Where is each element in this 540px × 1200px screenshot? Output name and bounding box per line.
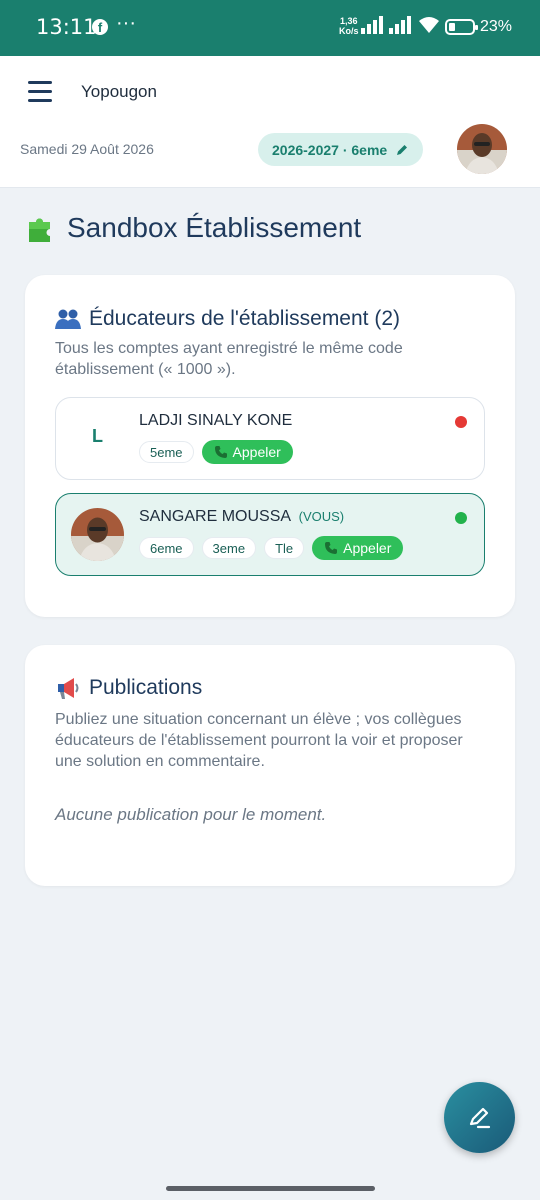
current-user-tag: (VOUS) [298,509,345,524]
year-class-selector[interactable]: 2026-2027 · 6eme [258,133,424,166]
class-chip: 6eme [139,537,194,559]
status-bar: 13:11 f ··· 1,36 Ko/s 23% [0,0,540,56]
educator-name-text: SANGARE MOUSSA [139,508,291,525]
app-header: Yopougon Samedi 29 Août 2026 2026-2027 ·… [0,56,540,188]
pencil-icon [397,144,408,155]
battery-icon [445,19,478,35]
status-dot-offline [455,416,467,428]
current-date: Samedi 29 Août 2026 [20,141,154,157]
status-time: 13:11 [36,15,97,39]
class-chip: 5eme [139,441,194,463]
educator-name: SANGARE MOUSSA (VOUS) [139,508,344,526]
empty-state-message: Aucune publication pour le moment. [55,805,327,824]
megaphone-icon [58,678,79,699]
wifi-icon [419,17,439,33]
phone-icon [325,542,338,554]
signal-icon [361,16,383,34]
menu-icon[interactable] [28,81,52,103]
facebook-icon: f [92,19,108,35]
network-speed-value: 1,36 [339,16,358,26]
educators-title: Éducateurs de l'établissement (2) [55,307,400,331]
publications-card: Publications Publiez une situation conce… [25,645,515,886]
call-button-label: Appeler [343,540,392,556]
call-button-label: Appeler [232,444,281,460]
publications-description: Publiez une situation concernant un élèv… [55,711,463,770]
people-icon [55,309,81,329]
phone-icon [214,446,227,458]
user-avatar[interactable] [457,124,507,174]
educator-avatar [71,508,124,561]
home-indicator[interactable] [166,1186,375,1191]
network-speed: 1,36 Ko/s [339,16,359,36]
school-city: Yopougon [81,82,157,101]
publications-title-text: Publications [89,676,203,699]
educators-card: Éducateurs de l'établissement (2) Tous l… [25,275,515,617]
class-chip: 3eme [201,537,257,559]
educator-classes: 5eme Appeler [139,440,293,464]
page-title-text: Sandbox Établissement [67,212,362,243]
year-class-label: 2026-2027 · 6eme [272,141,388,158]
status-dot-online [455,512,467,524]
educator-initial: L [92,426,103,446]
network-speed-unit: Ko/s [339,26,359,36]
battery-percent: 23% [480,18,513,35]
educators-description: Tous les comptes ayant enregistré le mêm… [55,340,403,378]
page-title: Sandbox Établissement [25,212,361,244]
class-chip: Tle [264,537,305,559]
signal-icon [389,16,411,34]
publications-title: Publications [55,676,202,700]
call-button[interactable]: Appeler [312,536,404,560]
puzzle-icon [29,218,50,242]
more-notifications-icon: ··· [116,12,136,34]
call-button[interactable]: Appeler [201,440,293,464]
educator-row[interactable]: L LADJI SINALY KONE 5eme Appeler [55,397,485,480]
educator-classes: 6eme 3eme Tle Appeler [139,536,404,560]
educator-row-current-user[interactable]: SANGARE MOUSSA (VOUS) 6eme 3eme Tle Appe… [55,493,485,576]
educator-name: LADJI SINALY KONE [139,412,293,429]
pencil-icon [469,1107,490,1128]
educators-title-text: Éducateurs de l'établissement (2) [89,307,401,330]
new-publication-button[interactable] [444,1082,515,1153]
